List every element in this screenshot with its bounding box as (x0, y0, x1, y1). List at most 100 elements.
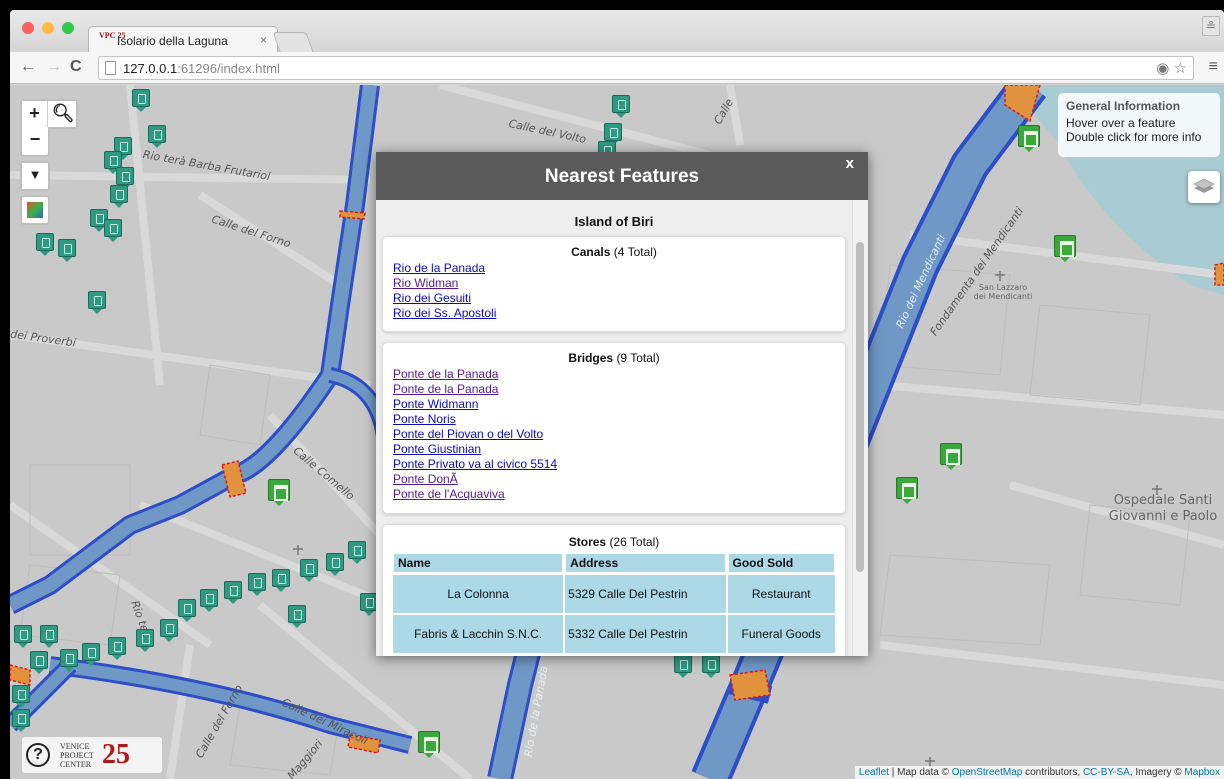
address-bar[interactable]: 127.0.0.1:61296/index.html ◉ ☆ (98, 56, 1194, 80)
store-marker[interactable] (110, 185, 128, 208)
canal-link[interactable]: Rio de la Panada (393, 261, 835, 276)
forward-icon[interactable]: → (46, 58, 62, 76)
reload-icon[interactable]: C (70, 58, 82, 76)
bridge-link[interactable]: Ponte Noris (393, 412, 835, 427)
close-dialog-button[interactable]: x (846, 155, 854, 172)
bridges-heading: Bridges (9 Total) (568, 351, 660, 365)
church-marker[interactable] (1054, 235, 1076, 262)
filter-icon[interactable]: ▼ (22, 163, 48, 189)
menu-icon[interactable]: ≡ (1209, 58, 1218, 76)
store-marker[interactable] (272, 569, 290, 592)
canal-link[interactable]: Rio dei Gesuiti (393, 291, 835, 306)
column-header[interactable]: Good Sold (727, 553, 835, 573)
bridge-link[interactable]: Ponte Privato va al civico 5514 (393, 457, 835, 472)
store-marker[interactable] (612, 95, 630, 118)
store-marker[interactable] (160, 619, 178, 642)
store-marker[interactable] (348, 541, 366, 564)
store-marker[interactable] (88, 291, 106, 314)
store-marker[interactable] (136, 629, 154, 652)
church-marker[interactable] (940, 443, 962, 470)
church-marker[interactable] (268, 479, 290, 506)
store-marker[interactable] (702, 655, 720, 678)
stores-card: Stores (26 Total) Name Address Good Sold L… (382, 524, 846, 656)
osm-link[interactable]: OpenStreetMap (952, 767, 1023, 778)
info-line-hover: Hover over a feature (1066, 116, 1176, 130)
store-marker[interactable] (14, 625, 32, 648)
dialog-scrollbar[interactable] (852, 200, 868, 656)
bridge-link[interactable]: Ponte de l'Acquaviva (393, 487, 835, 502)
store-marker[interactable] (30, 651, 48, 674)
store-good-cell: Funeral Goods (727, 615, 835, 653)
store-marker[interactable] (108, 637, 126, 660)
canal-link[interactable]: Rio Widman (393, 276, 835, 291)
store-marker[interactable] (12, 685, 30, 708)
bridge-link[interactable]: Ponte Widmann (393, 397, 835, 412)
close-window-button[interactable] (22, 22, 34, 34)
bridge-link[interactable]: Ponte de la Panada (393, 382, 835, 397)
zoom-in-button[interactable]: + (22, 101, 48, 127)
stores-table-header: Name Address Good Sold (393, 553, 835, 573)
store-marker[interactable] (178, 599, 196, 622)
store-marker[interactable] (224, 581, 242, 604)
store-marker[interactable] (36, 233, 54, 256)
canal-link[interactable]: Rio dei Ss. Apostoli (393, 306, 835, 321)
minimize-window-button[interactable] (42, 22, 54, 34)
browser-toolbar: ← → C 127.0.0.1:61296/index.html ◉ ☆ ≡ (10, 52, 1224, 84)
canals-list: Rio de la Panada Rio Widman Rio dei Gesuit… (393, 261, 835, 321)
church-marker[interactable] (418, 731, 440, 758)
palette-icon[interactable] (27, 202, 43, 218)
new-tab-button[interactable] (272, 32, 314, 52)
info-heading: General Information (1066, 99, 1181, 113)
store-marker[interactable] (12, 709, 30, 732)
church-marker[interactable] (896, 477, 918, 504)
table-row[interactable]: La Colonna 5329 Calle Del Pestrin Restaura… (393, 575, 835, 613)
bridge-link[interactable]: Ponte DonÃ (393, 472, 835, 487)
search-icon[interactable]: 🔍︎ (50, 101, 76, 127)
store-marker[interactable] (148, 125, 166, 148)
tab-close-icon[interactable]: × (260, 33, 267, 47)
store-marker[interactable] (248, 573, 266, 596)
bridge-link[interactable]: Ponte Giustinian (393, 442, 835, 457)
store-marker[interactable] (200, 589, 218, 612)
logo-number: 25 (102, 739, 130, 770)
store-marker[interactable] (60, 649, 78, 672)
church-label: San Lazzaro dei Mendicanti (973, 283, 1033, 301)
column-header[interactable]: Name (393, 553, 564, 573)
store-marker[interactable] (674, 655, 692, 678)
license-link[interactable]: CC-BY-SA (1083, 767, 1130, 778)
bridge-link[interactable]: Ponte de la Panada (393, 367, 835, 382)
browser-tab[interactable]: VPC 25 Isolario della Laguna × (88, 26, 278, 54)
url-text: 127.0.0.1:61296/index.html (123, 61, 280, 76)
vpc-logo: ? VENICE PROJECT CENTER 25 (22, 737, 162, 773)
back-icon[interactable]: ← (20, 58, 36, 76)
store-marker[interactable] (104, 219, 122, 242)
page-icon (105, 61, 116, 75)
store-marker[interactable] (40, 625, 58, 648)
layers-icon[interactable] (1188, 171, 1220, 203)
store-marker[interactable] (288, 605, 306, 628)
column-header[interactable]: Address (565, 553, 726, 573)
dialog-header: Nearest Features x (376, 152, 868, 200)
store-marker[interactable] (300, 559, 318, 582)
zoom-out-button[interactable]: − (22, 127, 48, 153)
help-icon[interactable]: ? (26, 743, 50, 767)
profile-icon[interactable]: ≗ (1202, 16, 1220, 36)
church-marker[interactable] (1018, 125, 1040, 152)
store-marker[interactable] (326, 553, 344, 576)
store-marker[interactable] (82, 643, 100, 666)
bridges-list: Ponte de la Panada Ponte de la Panada Pont… (393, 367, 835, 502)
table-row[interactable]: Fabris & Lacchin S.N.C. 5332 Calle Del Pe… (393, 615, 835, 653)
bridge-link[interactable]: Ponte del Piovan o del Volto (393, 427, 835, 442)
maximize-window-button[interactable] (62, 22, 74, 34)
leaflet-link[interactable]: Leaflet (859, 767, 889, 778)
mapbox-link[interactable]: Mapbox (1184, 767, 1220, 778)
store-marker[interactable] (132, 89, 150, 112)
tab-title: Isolario della Laguna (117, 34, 228, 48)
store-marker[interactable] (58, 239, 76, 262)
location-and-star-icons[interactable]: ◉ ☆ (1156, 59, 1187, 77)
general-info-panel: General Information Hover over a feature… (1058, 93, 1220, 157)
store-address-cell: 5332 Calle Del Pestrin (565, 615, 726, 653)
canals-card: Canals (4 Total) Rio de la Panada Rio Wid… (382, 236, 846, 332)
scrollbar-thumb[interactable] (856, 242, 864, 572)
dialog-body[interactable]: Island of Biri Canals (4 Total) Rio de l… (376, 200, 852, 656)
